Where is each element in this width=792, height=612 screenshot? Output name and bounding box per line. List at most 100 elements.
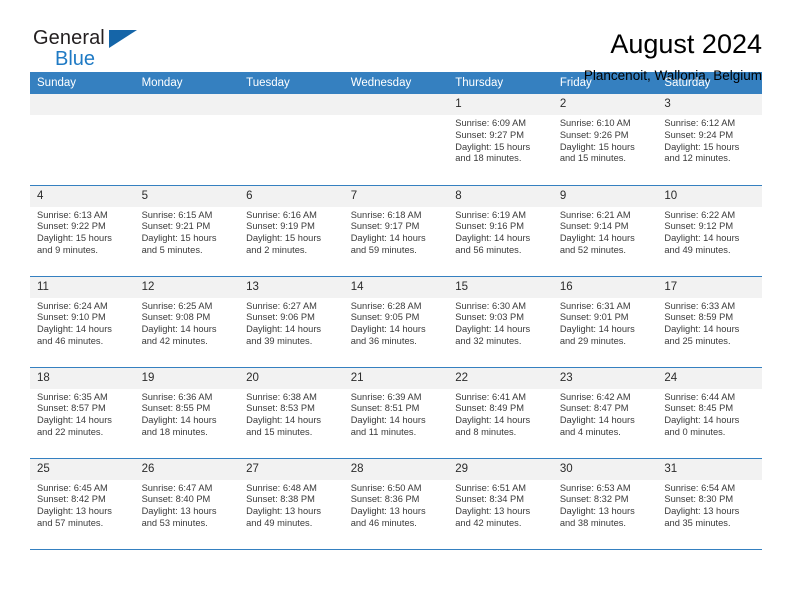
sunset-time: Sunset: 8:55 PM xyxy=(141,403,211,414)
day-number: 11 xyxy=(30,276,135,298)
sunrise-time: Sunrise: 6:50 AM xyxy=(350,482,422,493)
day-details: Sunrise: 6:39 AM Sunset: 8:51 PM Daylight:… xyxy=(344,389,449,439)
calendar-day-cell[interactable]: 20 Sunrise: 6:38 AM Sunset: 8:53 PM Dayligh… xyxy=(239,366,344,458)
daylight-duration-line1: Daylight: 14 hours xyxy=(141,324,217,335)
sunset-time: Sunset: 9:08 PM xyxy=(141,312,211,323)
calendar-day-cell[interactable]: 19 Sunrise: 6:36 AM Sunset: 8:55 PM Dayligh… xyxy=(134,366,240,458)
sunrise-time: Sunrise: 6:35 AM xyxy=(37,391,108,402)
daylight-duration-line2: and 35 minutes. xyxy=(664,517,731,528)
calendar-day-cell[interactable]: 5 Sunrise: 6:15 AM Sunset: 9:21 PM Daylight… xyxy=(134,184,240,276)
day-number xyxy=(343,94,449,115)
sunrise-time: Sunrise: 6:33 AM xyxy=(664,300,736,311)
calendar-day-cell[interactable]: 14 Sunrise: 6:28 AM Sunset: 9:05 PM Dayligh… xyxy=(343,275,449,367)
sunrise-time: Sunrise: 6:30 AM xyxy=(455,300,527,311)
calendar-day-cell[interactable]: 11 Sunrise: 6:24 AM Sunset: 9:10 PM Dayligh… xyxy=(30,275,135,367)
day-details: Sunrise: 6:09 AM Sunset: 9:27 PM Daylight:… xyxy=(448,115,553,165)
weekday-header-sunday: Sunday xyxy=(30,72,135,94)
day-details: Sunrise: 6:28 AM Sunset: 9:05 PM Daylight:… xyxy=(344,298,449,348)
calendar-cell-empty xyxy=(343,94,449,185)
calendar-day-cell[interactable]: 29 Sunrise: 6:51 AM Sunset: 8:34 PM Dayligh… xyxy=(448,457,553,549)
daylight-duration-line2: and 8 minutes. xyxy=(455,426,517,437)
calendar-day-cell[interactable]: 4 Sunrise: 6:13 AM Sunset: 9:22 PM Daylight… xyxy=(30,184,135,276)
sunrise-time: Sunrise: 6:21 AM xyxy=(559,209,631,220)
daylight-duration-line2: and 59 minutes. xyxy=(350,244,417,255)
calendar-day-cell[interactable]: 21 Sunrise: 6:39 AM Sunset: 8:51 PM Dayligh… xyxy=(343,366,449,458)
sunset-time: Sunset: 9:14 PM xyxy=(559,221,629,232)
day-details: Sunrise: 6:54 AM Sunset: 8:30 PM Daylight:… xyxy=(657,480,762,530)
calendar-day-cell[interactable]: 26 Sunrise: 6:47 AM Sunset: 8:40 PM Dayligh… xyxy=(134,457,240,549)
calendar-week-row: 4 Sunrise: 6:13 AM Sunset: 9:22 PM Daylight… xyxy=(30,184,762,276)
calendar-day-cell[interactable]: 17 Sunrise: 6:33 AM Sunset: 8:59 PM Dayligh… xyxy=(657,275,762,367)
weekday-header-wednesday: Wednesday xyxy=(343,72,449,94)
sunset-time: Sunset: 8:49 PM xyxy=(455,403,524,414)
sunrise-time: Sunrise: 6:28 AM xyxy=(350,300,422,311)
sunrise-time: Sunrise: 6:39 AM xyxy=(350,391,422,402)
daylight-duration-line2: and 49 minutes. xyxy=(246,517,313,528)
calendar-day-cell[interactable]: 23 Sunrise: 6:42 AM Sunset: 8:47 PM Dayligh… xyxy=(552,366,658,458)
day-number: 28 xyxy=(343,458,449,480)
sunset-time: Sunset: 9:12 PM xyxy=(664,221,734,232)
calendar-day-cell[interactable]: 24 Sunrise: 6:44 AM Sunset: 8:45 PM Dayligh… xyxy=(657,366,762,458)
daylight-duration-line1: Daylight: 13 hours xyxy=(37,506,112,517)
sunset-time: Sunset: 9:26 PM xyxy=(559,129,629,140)
calendar-week-row: 25 Sunrise: 6:45 AM Sunset: 8:42 PM Dayligh… xyxy=(30,457,762,549)
daylight-duration-line1: Daylight: 13 hours xyxy=(559,506,635,517)
calendar-day-cell[interactable]: 22 Sunrise: 6:41 AM Sunset: 8:49 PM Dayligh… xyxy=(448,366,553,458)
calendar-day-cell[interactable]: 30 Sunrise: 6:53 AM Sunset: 8:32 PM Dayligh… xyxy=(552,457,658,549)
calendar-week-row: 1 Sunrise: 6:09 AM Sunset: 9:27 PM Daylight… xyxy=(30,94,762,185)
daylight-duration-line2: and 38 minutes. xyxy=(559,517,626,528)
calendar-day-cell[interactable]: 8 Sunrise: 6:19 AM Sunset: 9:16 PM Daylight… xyxy=(448,184,553,276)
calendar-day-cell[interactable]: 7 Sunrise: 6:18 AM Sunset: 9:17 PM Daylight… xyxy=(343,184,449,276)
sunrise-time: Sunrise: 6:13 AM xyxy=(37,209,108,220)
calendar-day-cell[interactable]: 13 Sunrise: 6:27 AM Sunset: 9:06 PM Dayligh… xyxy=(239,275,344,367)
day-number: 3 xyxy=(657,94,762,115)
sunset-time: Sunset: 9:01 PM xyxy=(559,312,629,323)
day-number: 25 xyxy=(30,458,135,480)
daylight-duration-line1: Daylight: 14 hours xyxy=(246,415,322,426)
sunset-time: Sunset: 8:57 PM xyxy=(37,403,106,414)
daylight-duration-line2: and 52 minutes. xyxy=(559,244,626,255)
sunset-time: Sunset: 9:22 PM xyxy=(37,221,106,232)
calendar-table: Sunday Monday Tuesday Wednesday Thursday… xyxy=(30,72,762,549)
sunset-time: Sunset: 9:03 PM xyxy=(455,312,524,323)
day-details: Sunrise: 6:33 AM Sunset: 8:59 PM Daylight:… xyxy=(657,298,762,348)
daylight-duration-line2: and 0 minutes. xyxy=(664,426,726,437)
day-number: 5 xyxy=(134,185,240,207)
calendar-day-cell[interactable]: 15 Sunrise: 6:30 AM Sunset: 9:03 PM Dayligh… xyxy=(448,275,553,367)
calendar-day-cell[interactable]: 31 Sunrise: 6:54 AM Sunset: 8:30 PM Dayligh… xyxy=(657,457,762,549)
daylight-duration-line1: Daylight: 14 hours xyxy=(455,415,531,426)
sunset-time: Sunset: 8:36 PM xyxy=(350,494,420,505)
daylight-duration-line1: Daylight: 14 hours xyxy=(350,415,426,426)
sunset-time: Sunset: 9:17 PM xyxy=(350,221,420,232)
sunset-time: Sunset: 8:45 PM xyxy=(664,403,734,414)
calendar-day-cell[interactable]: 27 Sunrise: 6:48 AM Sunset: 8:38 PM Dayligh… xyxy=(239,457,344,549)
day-details: Sunrise: 6:51 AM Sunset: 8:34 PM Daylight:… xyxy=(448,480,553,530)
calendar-day-cell[interactable]: 10 Sunrise: 6:22 AM Sunset: 9:12 PM Dayligh… xyxy=(657,184,762,276)
sunrise-time: Sunrise: 6:51 AM xyxy=(455,482,527,493)
calendar-day-cell[interactable]: 12 Sunrise: 6:25 AM Sunset: 9:08 PM Dayligh… xyxy=(134,275,240,367)
day-number: 17 xyxy=(657,276,762,298)
daylight-duration-line1: Daylight: 15 hours xyxy=(664,141,740,152)
calendar-day-cell[interactable]: 6 Sunrise: 6:16 AM Sunset: 9:19 PM Daylight… xyxy=(239,184,344,276)
calendar-day-cell[interactable]: 2 Sunrise: 6:10 AM Sunset: 9:26 PM Daylight… xyxy=(552,94,658,185)
daylight-duration-line1: Daylight: 14 hours xyxy=(246,324,322,335)
weekday-header-thursday: Thursday xyxy=(448,72,553,94)
sunset-time: Sunset: 8:38 PM xyxy=(246,494,315,505)
sunset-time: Sunset: 8:42 PM xyxy=(37,494,106,505)
calendar-day-cell[interactable]: 3 Sunrise: 6:12 AM Sunset: 9:24 PM Daylight… xyxy=(657,94,762,185)
calendar-day-cell[interactable]: 1 Sunrise: 6:09 AM Sunset: 9:27 PM Daylight… xyxy=(448,94,553,185)
daylight-duration-line2: and 2 minutes. xyxy=(246,244,308,255)
daylight-duration-line2: and 18 minutes. xyxy=(141,426,208,437)
sunset-time: Sunset: 8:34 PM xyxy=(455,494,524,505)
day-number: 31 xyxy=(657,458,762,480)
calendar-day-cell[interactable]: 28 Sunrise: 6:50 AM Sunset: 8:36 PM Dayligh… xyxy=(343,457,449,549)
day-details: Sunrise: 6:16 AM Sunset: 9:19 PM Daylight:… xyxy=(239,207,344,257)
calendar-day-cell[interactable]: 9 Sunrise: 6:21 AM Sunset: 9:14 PM Daylight… xyxy=(552,184,658,276)
day-number: 26 xyxy=(134,458,240,480)
day-details: Sunrise: 6:47 AM Sunset: 8:40 PM Daylight:… xyxy=(135,480,240,530)
sunrise-time: Sunrise: 6:16 AM xyxy=(246,209,317,220)
daylight-duration-line1: Daylight: 13 hours xyxy=(246,506,322,517)
calendar-day-cell[interactable]: 16 Sunrise: 6:31 AM Sunset: 9:01 PM Dayligh… xyxy=(552,275,658,367)
calendar-day-cell[interactable]: 25 Sunrise: 6:45 AM Sunset: 8:42 PM Dayligh… xyxy=(30,457,135,549)
calendar-day-cell[interactable]: 18 Sunrise: 6:35 AM Sunset: 8:57 PM Dayligh… xyxy=(30,366,135,458)
